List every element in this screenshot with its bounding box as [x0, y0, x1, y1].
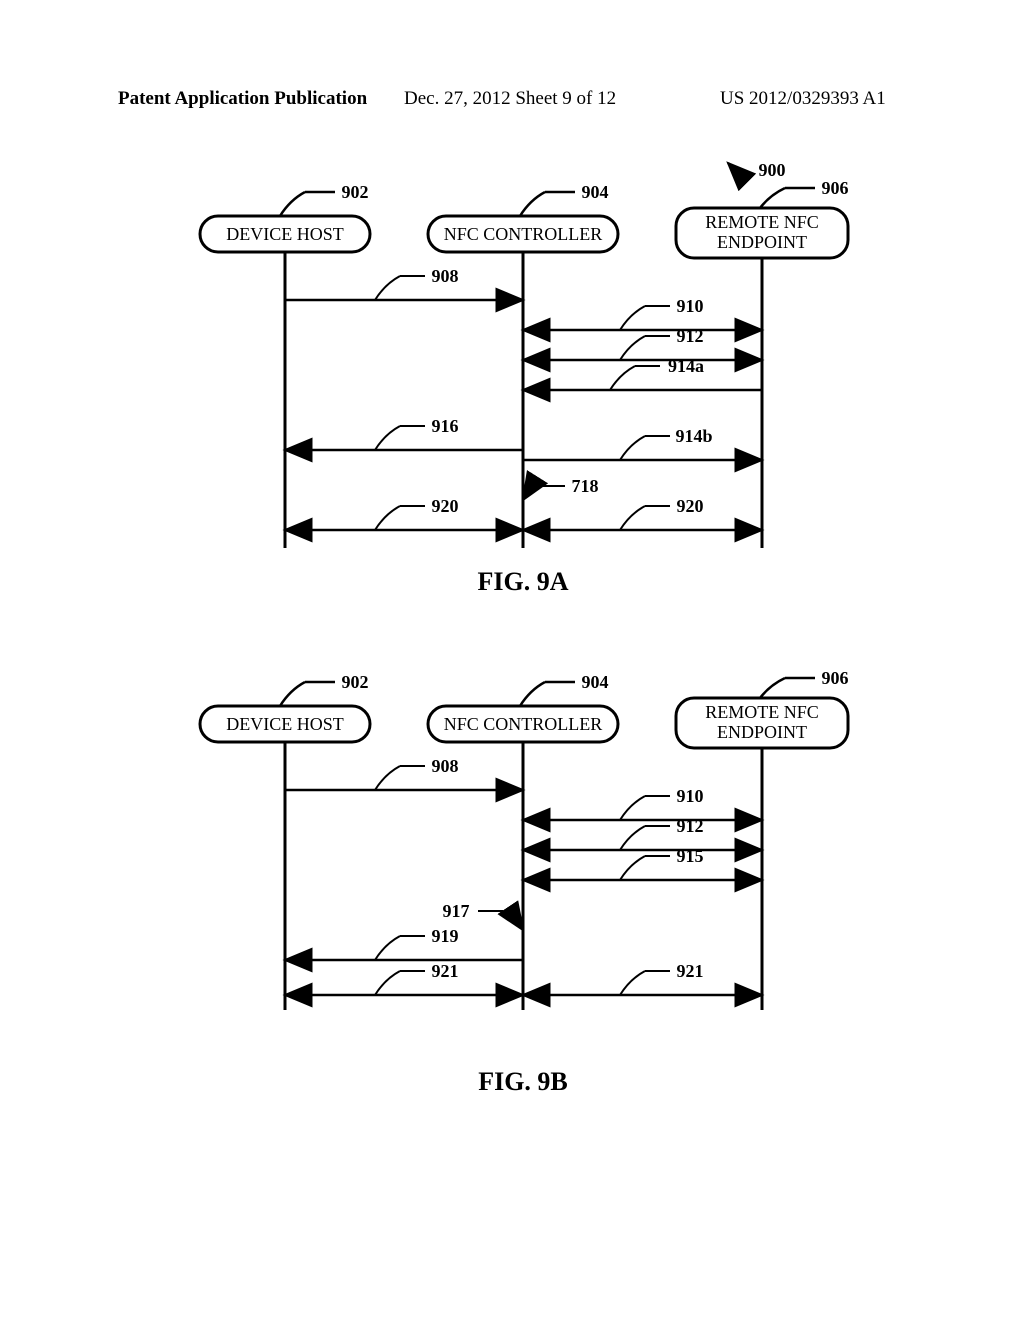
- ref-902: 902: [280, 182, 369, 216]
- ref-906-b: 906: [760, 668, 849, 698]
- svg-text:REMOTE NFC: REMOTE NFC: [705, 212, 819, 232]
- svg-text:912: 912: [677, 816, 704, 836]
- svg-text:900: 900: [759, 160, 786, 180]
- ref-908: 908: [375, 266, 459, 300]
- actor-nfc-controller-b: NFC CONTROLLER: [428, 706, 618, 742]
- svg-text:921: 921: [677, 961, 704, 981]
- svg-text:908: 908: [432, 756, 459, 776]
- ref-919: 919: [375, 926, 459, 960]
- svg-text:908: 908: [432, 266, 459, 286]
- actor-device-host-b: DEVICE HOST: [200, 706, 370, 742]
- svg-text:916: 916: [432, 416, 459, 436]
- svg-text:915: 915: [677, 846, 704, 866]
- actor-nfc-controller: NFC CONTROLLER: [428, 216, 618, 252]
- svg-text:DEVICE HOST: DEVICE HOST: [226, 714, 344, 734]
- svg-text:ENDPOINT: ENDPOINT: [717, 232, 807, 252]
- svg-text:904: 904: [582, 182, 609, 202]
- fig-9a-caption: FIG. 9A: [478, 567, 569, 596]
- ref-902-b: 902: [280, 672, 369, 706]
- ref-904-b: 904: [520, 672, 609, 706]
- ref-914b: 914b: [620, 426, 713, 460]
- svg-text:912: 912: [677, 326, 704, 346]
- ref-910: 910: [620, 296, 704, 330]
- ref-916: 916: [375, 416, 459, 450]
- ref-920-left: 920: [375, 496, 459, 530]
- header-right: US 2012/0329393 A1: [720, 88, 886, 110]
- ref-920-right: 920: [620, 496, 704, 530]
- ref-718: 718: [523, 476, 599, 500]
- svg-text:919: 919: [432, 926, 459, 946]
- ref-921-right: 921: [620, 961, 704, 995]
- figure-9b: DEVICE HOST NFC CONTROLLER REMOTE NFC EN…: [150, 650, 950, 1100]
- actor-remote-nfc-b: REMOTE NFC ENDPOINT: [676, 698, 848, 748]
- ref-908-b: 908: [375, 756, 459, 790]
- header-mid: Dec. 27, 2012 Sheet 9 of 12: [404, 88, 616, 110]
- ref-921-left: 921: [375, 961, 459, 995]
- actor-device-host: DEVICE HOST: [200, 216, 370, 252]
- ref-910-b: 910: [620, 786, 704, 820]
- svg-text:921: 921: [432, 961, 459, 981]
- svg-text:914b: 914b: [675, 426, 712, 446]
- svg-text:NFC CONTROLLER: NFC CONTROLLER: [444, 224, 603, 244]
- actor-remote-nfc: REMOTE NFC ENDPOINT: [676, 208, 848, 258]
- svg-text:906: 906: [822, 178, 849, 198]
- svg-text:DEVICE HOST: DEVICE HOST: [226, 224, 344, 244]
- svg-text:904: 904: [582, 672, 609, 692]
- figure-9a: 900 DEVICE HOST NFC CONTROLLER REMOTE NF…: [150, 160, 950, 610]
- svg-text:920: 920: [432, 496, 459, 516]
- ref-904: 904: [520, 182, 609, 216]
- svg-text:902: 902: [342, 182, 369, 202]
- svg-text:910: 910: [677, 786, 704, 806]
- svg-text:914a: 914a: [668, 356, 704, 376]
- svg-text:902: 902: [342, 672, 369, 692]
- svg-text:906: 906: [822, 668, 849, 688]
- svg-text:920: 920: [677, 496, 704, 516]
- ref-906: 906: [760, 178, 849, 208]
- svg-text:917: 917: [443, 901, 470, 921]
- fig-9b-caption: FIG. 9B: [478, 1067, 568, 1096]
- svg-text:REMOTE NFC: REMOTE NFC: [705, 702, 819, 722]
- ref-900: 900: [728, 160, 786, 180]
- svg-text:718: 718: [572, 476, 599, 496]
- header-left: Patent Application Publication: [118, 88, 367, 110]
- svg-text:NFC CONTROLLER: NFC CONTROLLER: [444, 714, 603, 734]
- svg-text:ENDPOINT: ENDPOINT: [717, 722, 807, 742]
- svg-text:910: 910: [677, 296, 704, 316]
